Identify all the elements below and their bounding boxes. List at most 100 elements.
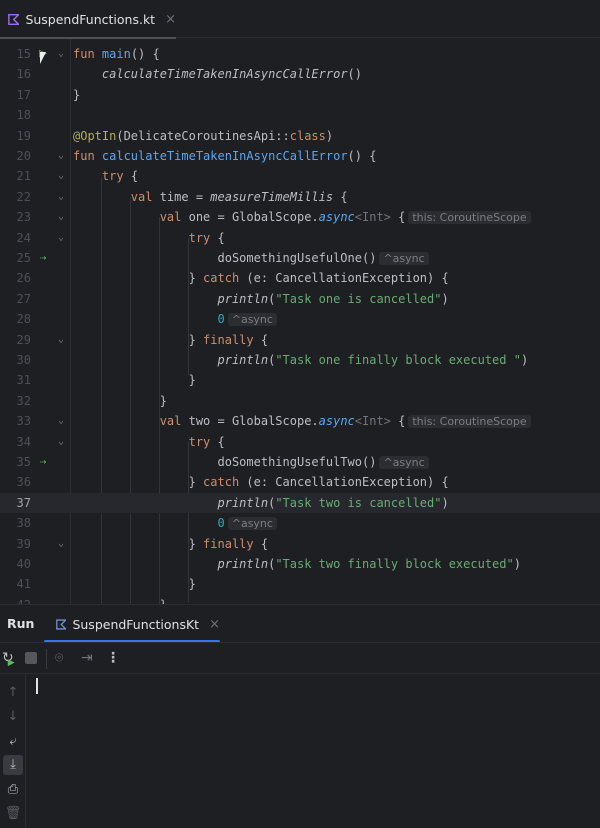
import-icon[interactable]: ⇥ [81,650,93,666]
code-token: } [73,332,204,347]
code-token: calculateTimeTakenInAsyncCallError [101,149,348,163]
line-number: 36 [16,475,31,490]
inlay-hint: this: CoroutineScope [408,211,531,225]
line-number: 42 [0,595,31,604]
code-line[interactable]: 37 println("Task two is cancelled") [0,492,600,514]
fold-chevron-icon[interactable]: ⌄ [58,228,64,248]
code-token: (e: CancellationException) { [239,271,449,286]
arrow-up-icon[interactable]: ↑ [3,683,23,703]
fold-chevron-icon[interactable]: ⌄ [58,432,64,452]
inlay-hint: ^async [227,517,277,531]
run-tab-suspendfunctionskt[interactable]: SuspendFunctionsKt × [44,605,220,643]
rerun-icon[interactable]: ↻▶ [2,650,21,668]
close-icon[interactable]: × [165,12,176,27]
print-icon[interactable]: ⎙ [3,780,23,800]
code-token: } [73,577,196,592]
code-token: "Task two finally block executed" [275,557,514,571]
code-token: } [73,536,204,551]
run-panel-label: Run [7,616,35,631]
soft-wrap-icon[interactable]: ⤶ [3,732,23,752]
code-line[interactable]: 23 ⌄ val one = GlobalScope.async<Int> {th… [0,207,600,227]
code-line[interactable]: 24 ⌄ try { [0,228,600,248]
code-text: } [73,391,167,411]
fold-chevron-icon[interactable]: ⌄ [58,187,64,207]
code-text: try { [73,432,225,452]
code-line[interactable]: 31 } [0,370,600,390]
code-line[interactable]: 30 println("Task one finally block execu… [0,350,600,370]
code-line[interactable]: 35 ⇢ doSomethingUsefulTwo() ^async [0,452,600,472]
line-number: 32 [16,393,31,408]
code-editor[interactable]: 15 ▷ ⌄ fun main() {16 calculateTimeTakenInA… [0,39,600,604]
fold-chevron-icon[interactable]: ⌄ [58,146,64,166]
code-token: } [73,393,167,408]
code-line[interactable]: 18 [0,105,600,125]
code-token: val [159,414,189,429]
code-token: finally [203,536,254,551]
code-line[interactable]: 36 } catch (e: CancellationException) { [0,472,600,492]
code-line[interactable]: 39 ⌄ } finally { [0,534,600,554]
fold-chevron-icon[interactable]: ⌄ [58,44,64,64]
fold-chevron-icon[interactable]: ⌄ [58,411,64,431]
code-line[interactable]: 21 ⌄ try { [0,166,600,186]
code-text: println("Task one is cancelled") [73,289,449,309]
code-token: catch [203,271,240,286]
code-line[interactable]: 41 } [0,574,600,594]
code-line[interactable]: 15 ▷ ⌄ fun main() { [0,44,600,64]
code-token: ) [513,557,521,571]
stop-icon[interactable] [25,652,37,664]
fold-chevron-icon[interactable]: ⌄ [58,166,64,186]
editor-tab-suspendfunctions[interactable]: SuspendFunctions.kt × [0,0,176,39]
more-options-icon[interactable]: ⋮ [106,650,120,666]
code-line[interactable]: 42 } [0,595,600,604]
line-number: 26 [16,271,31,286]
code-line[interactable]: 28 0 ^async [0,309,600,329]
code-line[interactable]: 19 @OptIn(DelicateCoroutinesApi::class) [0,126,600,146]
code-line[interactable]: 38 0 ^async [0,513,600,533]
code-token: } [73,475,204,490]
code-line[interactable]: 26 } catch (e: CancellationException) { [0,268,600,288]
kotlin-run-config-icon [56,618,67,630]
code-text: } catch (e: CancellationException) { [73,268,449,288]
code-line[interactable]: 34 ⌄ try { [0,432,600,452]
code-line[interactable]: 20 ⌄ fun calculateTimeTakenInAsyncCallErro… [0,146,600,166]
code-token: 0 [217,516,225,531]
arrow-down-icon[interactable]: ↓ [3,707,23,727]
fold-chevron-icon[interactable]: ⌄ [58,330,64,350]
code-line[interactable]: 32 } [0,391,600,411]
code-line[interactable]: 27 println("Task one is cancelled") [0,289,600,309]
console-output[interactable] [26,674,600,828]
fold-chevron-icon[interactable]: ⌄ [58,534,64,554]
scroll-to-end-icon[interactable]: ⤓ [3,755,23,775]
code-token: fun [73,149,102,163]
code-line[interactable]: 33 ⌄ val two = GlobalScope.async<Int> {th… [0,411,600,431]
code-line[interactable]: 25 ⇢ doSomethingUsefulOne() ^async [0,248,600,268]
code-text: } [73,595,167,604]
close-icon[interactable]: × [209,617,220,632]
code-line[interactable]: 40 println("Task two finally block execu… [0,554,600,574]
code-text: println("Task two is cancelled") [73,493,449,513]
code-token: doSomethingUsefulOne() [73,251,377,265]
code-line[interactable]: 29 ⌄ } finally { [0,330,600,350]
run-toolbar: ↻▶ ⌾ ⇥ ⋮ [0,642,600,674]
fold-chevron-icon[interactable]: ⌄ [58,207,64,227]
line-number: 38 [16,516,31,531]
code-text: calculateTimeTakenInAsyncCallError() [73,64,362,84]
code-line[interactable]: 16 calculateTimeTakenInAsyncCallError() [0,64,600,84]
code-text: 0 ^async [73,309,277,330]
editor-tab-bar: SuspendFunctions.kt × [0,0,600,39]
code-token: } [73,373,196,388]
code-token: (e: CancellationException) { [239,475,449,490]
camera-icon[interactable]: ⌾ [55,650,63,666]
line-number: 37 [16,495,31,510]
code-line[interactable]: 22 ⌄ val time = measureTimeMillis { [0,187,600,207]
trash-icon[interactable]: 🗑 [3,804,23,824]
code-token: "Task two is cancelled" [275,495,442,510]
code-line[interactable]: 17} [0,85,600,105]
suspend-call-icon: ⇢ [39,251,47,264]
code-token: { [210,434,225,449]
